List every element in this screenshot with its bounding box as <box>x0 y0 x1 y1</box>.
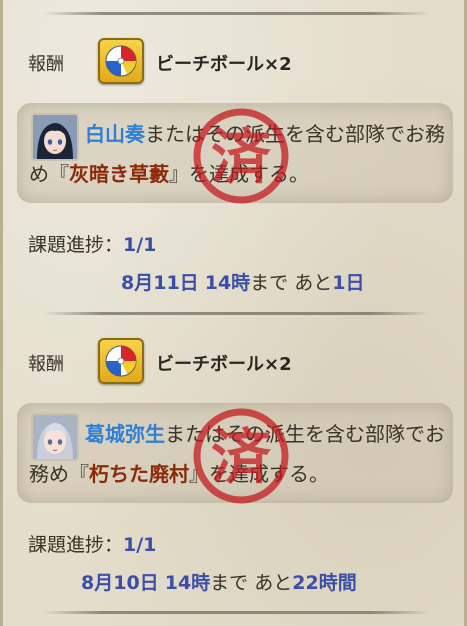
deadline-until: まで <box>250 272 289 294</box>
deadline-time: 14時 <box>204 272 251 294</box>
quest-list-panel: 報酬 ビーチボール×2 白山奏またはその派生を含む部隊でお務め『灰暗き草藪』を達… <box>0 0 467 626</box>
remaining-prefix: あと <box>254 572 293 594</box>
divider <box>43 611 430 614</box>
deadline-time: 14時 <box>164 572 211 594</box>
completed-stamp-icon: 済 <box>193 408 289 504</box>
completed-stamp-icon: 済 <box>193 108 289 204</box>
deadline: 8月10日 14時まで あと22時間 <box>81 568 357 595</box>
deadline-date: 8月10日 <box>81 572 159 594</box>
reward-label: 報酬 <box>28 54 64 75</box>
deadline-until: まで <box>210 572 249 594</box>
deadline-date: 8月11日 <box>121 272 199 294</box>
reward-item-name: ビーチボール×2 <box>156 354 292 375</box>
mission-name: 灰暗き草藪 <box>69 162 169 186</box>
mission-name: 朽ちた廃村 <box>89 462 189 486</box>
stamp-text: 済 <box>211 423 272 493</box>
progress: 課題進捗：1/1 <box>28 230 156 257</box>
reward-label: 報酬 <box>28 354 64 375</box>
progress-value: 1/1 <box>123 234 157 256</box>
stamp-text: 済 <box>211 123 272 193</box>
divider <box>43 312 430 315</box>
progress: 課題進捗：1/1 <box>28 530 156 557</box>
beach-ball-icon <box>98 38 144 84</box>
reward-item-name: ビーチボール×2 <box>156 54 292 75</box>
progress-label: 課題進捗： <box>28 534 124 556</box>
character-name: 葛城弥生 <box>85 422 165 446</box>
beach-ball-icon <box>98 338 144 384</box>
divider <box>43 12 430 15</box>
progress-label: 課題進捗： <box>28 234 124 256</box>
deadline: 8月11日 14時まで あと1日 <box>121 268 364 295</box>
progress-value: 1/1 <box>123 534 157 556</box>
remaining-time: 1日 <box>332 272 365 294</box>
remaining-time: 22時間 <box>292 572 357 594</box>
remaining-prefix: あと <box>294 272 333 294</box>
character-name: 白山奏 <box>85 122 145 146</box>
